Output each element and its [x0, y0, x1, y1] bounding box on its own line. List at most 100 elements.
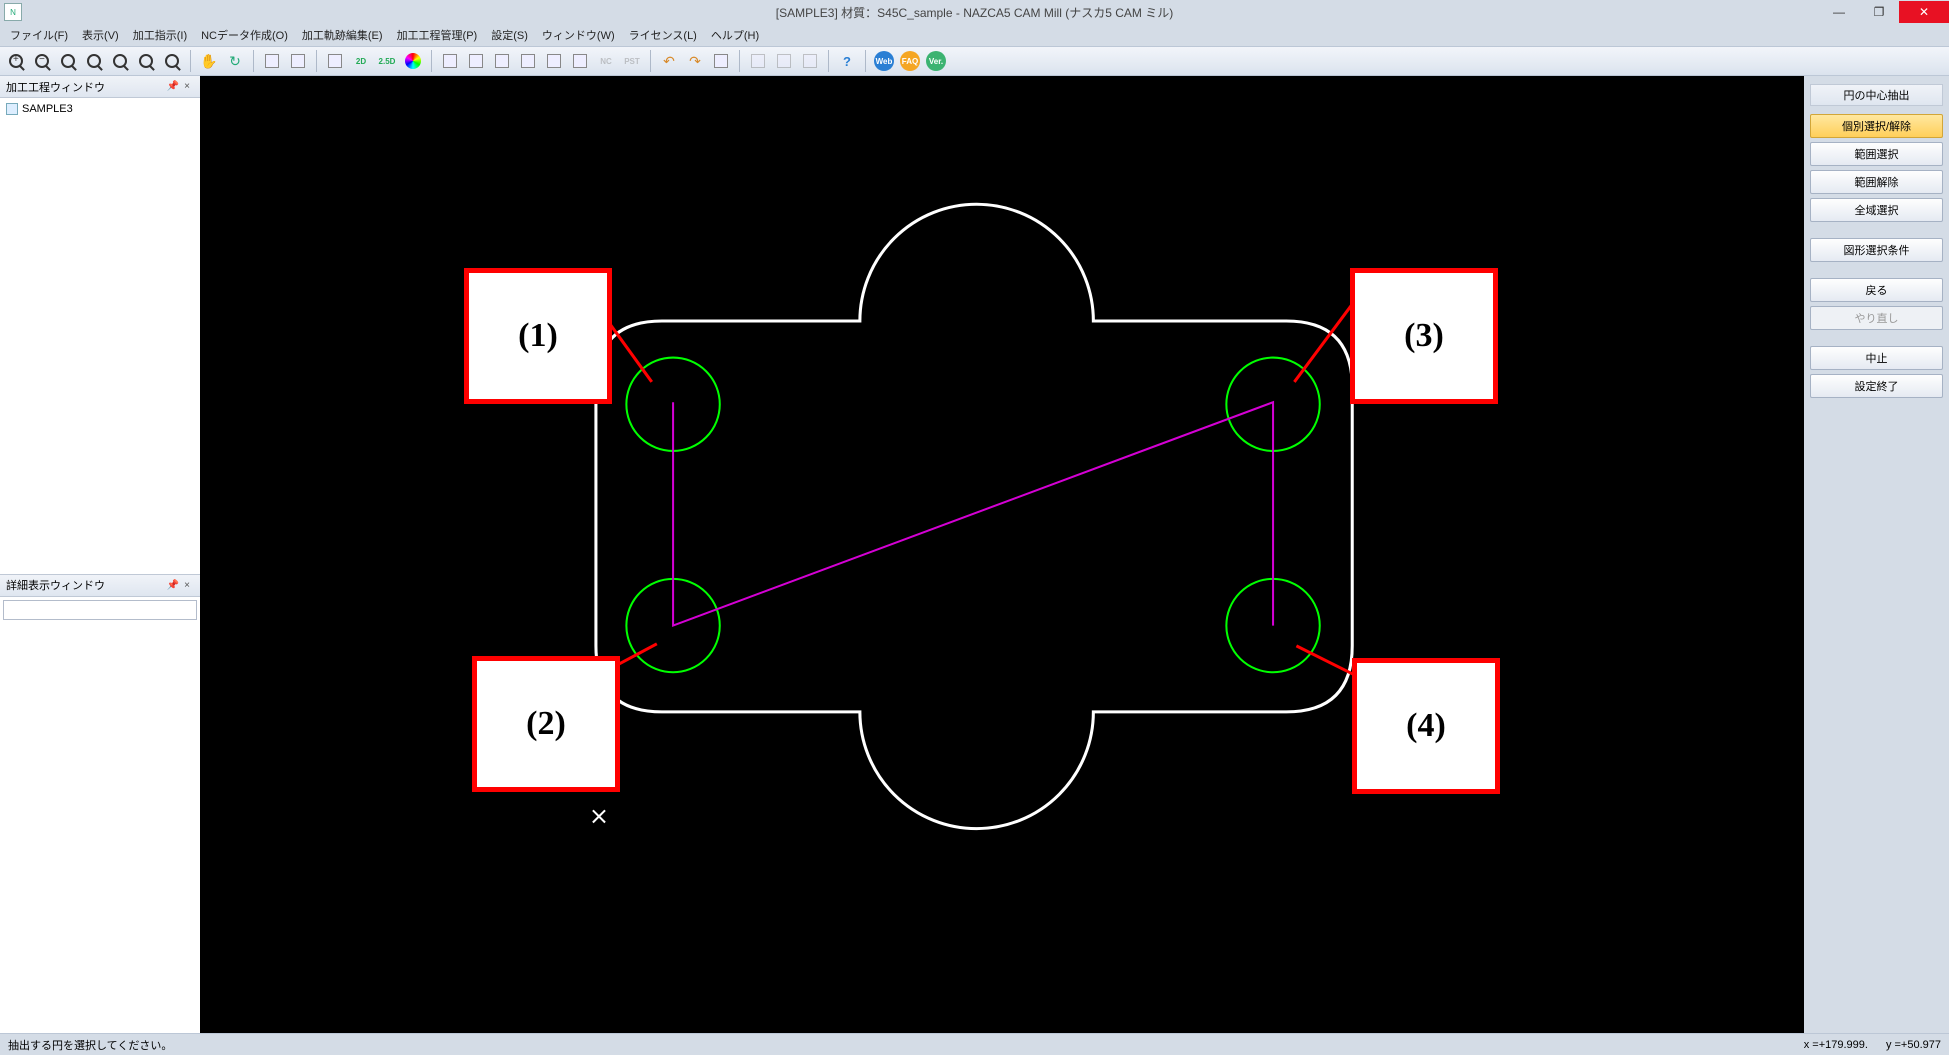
btn-range-select[interactable]: 範囲選択	[1810, 142, 1943, 166]
btn-all-select[interactable]: 全域選択	[1810, 198, 1943, 222]
btn-range-release[interactable]: 範囲解除	[1810, 170, 1943, 194]
doc4-icon[interactable]	[516, 49, 540, 73]
callout-3: (3)	[1350, 268, 1498, 404]
toolbar-separator	[253, 50, 254, 72]
toolpath-polyline	[673, 402, 1273, 625]
detail-panel-header: 詳細表示ウィンドウ 📌 ×	[0, 575, 200, 597]
toolbar-separator	[865, 50, 866, 72]
zoom-window-icon[interactable]	[56, 49, 80, 73]
cad-canvas[interactable]	[200, 76, 1804, 1033]
doc2-icon[interactable]	[464, 49, 488, 73]
list-icon[interactable]	[709, 49, 733, 73]
window-controls: — ❐ ✕	[1819, 1, 1949, 23]
zoom-next-icon[interactable]	[160, 49, 184, 73]
doc3-icon[interactable]	[490, 49, 514, 73]
faq-icon[interactable]: FAQ	[898, 49, 922, 73]
del2-icon	[772, 49, 796, 73]
zoom-1to1-icon[interactable]	[108, 49, 132, 73]
btn-stop[interactable]: 中止	[1810, 346, 1943, 370]
menu-machining[interactable]: 加工指示(I)	[127, 25, 193, 45]
callout-1: (1)	[464, 268, 612, 404]
toolpath-250-icon[interactable]: 2.5D	[375, 49, 399, 73]
toolbar-separator	[190, 50, 191, 72]
toolpath-2d-icon[interactable]: 2D	[349, 49, 373, 73]
callout-4: (4)	[1352, 658, 1500, 794]
minimize-button[interactable]: —	[1819, 1, 1859, 23]
btn-shape-condition[interactable]: 図形選択条件	[1810, 238, 1943, 262]
pin-icon[interactable]: 📌	[166, 80, 180, 94]
doc1-icon[interactable]	[438, 49, 462, 73]
zoom-prev-icon[interactable]	[134, 49, 158, 73]
undo-icon[interactable]: ↶	[657, 49, 681, 73]
titlebar: N [SAMPLE3] 材質：S45C_sample - NAZCA5 CAM …	[0, 0, 1949, 24]
detail-input[interactable]	[3, 600, 197, 620]
pan-icon[interactable]: ✋	[197, 49, 221, 73]
btn-individual-select[interactable]: 個別選択/解除	[1810, 114, 1943, 138]
coordinate-readout: x =+179.999. y =+50.977	[1804, 1039, 1941, 1051]
btn-back[interactable]: 戻る	[1810, 278, 1943, 302]
maximize-button[interactable]: ❐	[1859, 1, 1899, 23]
menu-window[interactable]: ウィンドウ(W)	[536, 25, 621, 45]
help-icon[interactable]: ?	[835, 49, 859, 73]
part-outline	[596, 204, 1352, 828]
ver-icon[interactable]: Ver.	[924, 49, 948, 73]
right-panel-title: 円の中心抽出	[1810, 84, 1943, 106]
tree-root-node[interactable]: SAMPLE3	[6, 102, 194, 116]
panel-close-icon[interactable]: ×	[180, 80, 194, 94]
pin-icon[interactable]: 📌	[166, 578, 180, 592]
menu-file[interactable]: ファイル(F)	[4, 25, 74, 45]
refresh-icon[interactable]: ↻	[223, 49, 247, 73]
left-sidebar: 加工工程ウィンドウ 📌 × SAMPLE3 詳細表示ウィンドウ 📌 ×	[0, 76, 200, 1033]
tree-root-label: SAMPLE3	[22, 103, 73, 115]
web-icon[interactable]: Web	[872, 49, 896, 73]
toolbar-separator	[739, 50, 740, 72]
process-panel-header: 加工工程ウィンドウ 📌 ×	[0, 76, 200, 98]
panel-close-icon[interactable]: ×	[180, 578, 194, 592]
status-message: 抽出する円を選択してください。	[8, 1037, 172, 1053]
main-area: 加工工程ウィンドウ 📌 × SAMPLE3 詳細表示ウィンドウ 📌 ×	[0, 76, 1949, 1033]
measure-icon[interactable]	[323, 49, 347, 73]
detail-panel: 詳細表示ウィンドウ 📌 ×	[0, 574, 200, 1033]
zoom-in-icon[interactable]	[4, 49, 28, 73]
viewport[interactable]: (1) (2) (3) (4)	[200, 76, 1804, 1033]
nc-icon: NC	[594, 49, 618, 73]
zoom-fit-icon[interactable]	[82, 49, 106, 73]
sim-icon[interactable]	[568, 49, 592, 73]
pst-icon: PST	[620, 49, 644, 73]
close-button[interactable]: ✕	[1899, 1, 1949, 23]
detail-body	[0, 597, 200, 1033]
zoom-out-icon[interactable]	[30, 49, 54, 73]
toolbar: ✋↻ 2D2.5D NCPST ↶↷? WebFAQVer.	[0, 46, 1949, 76]
statusbar: 抽出する円を選択してください。 x =+179.999. y =+50.977	[0, 1033, 1949, 1055]
menu-help[interactable]: ヘルプ(H)	[705, 25, 765, 45]
right-sidebar: 円の中心抽出 個別選択/解除 範囲選択 範囲解除 全域選択 図形選択条件 戻る …	[1804, 76, 1949, 1033]
menu-procmgmt[interactable]: 加工工程管理(P)	[391, 25, 484, 45]
btn-finish[interactable]: 設定終了	[1810, 374, 1943, 398]
toolbar-separator	[316, 50, 317, 72]
origin-marker	[593, 810, 605, 822]
menubar: ファイル(F) 表示(V) 加工指示(I) NCデータ作成(O) 加工軌跡編集(…	[0, 24, 1949, 46]
tree-node-icon	[6, 103, 18, 115]
toolbar-separator	[431, 50, 432, 72]
process-tree[interactable]: SAMPLE3	[0, 98, 200, 574]
btn-redo: やり直し	[1810, 306, 1943, 330]
callout-leader-4	[1296, 646, 1357, 676]
toolbar-separator	[828, 50, 829, 72]
menu-ncdata[interactable]: NCデータ作成(O)	[195, 25, 294, 45]
app-icon: N	[4, 3, 22, 21]
process-panel-title: 加工工程ウィンドウ	[6, 79, 105, 95]
del3-icon	[798, 49, 822, 73]
coord-x: x =+179.999.	[1804, 1039, 1868, 1051]
doc5-icon[interactable]	[542, 49, 566, 73]
coord-y: y =+50.977	[1886, 1039, 1941, 1051]
menu-license[interactable]: ライセンス(L)	[623, 25, 703, 45]
redo-icon[interactable]: ↷	[683, 49, 707, 73]
detail-panel-title: 詳細表示ウィンドウ	[6, 577, 105, 593]
color-wheel-icon[interactable]	[401, 49, 425, 73]
layer-icon[interactable]	[260, 49, 284, 73]
print-icon[interactable]	[286, 49, 310, 73]
callout-2: (2)	[472, 656, 620, 792]
menu-view[interactable]: 表示(V)	[76, 25, 125, 45]
menu-trajedit[interactable]: 加工軌跡編集(E)	[296, 25, 389, 45]
menu-settings[interactable]: 設定(S)	[485, 25, 534, 45]
